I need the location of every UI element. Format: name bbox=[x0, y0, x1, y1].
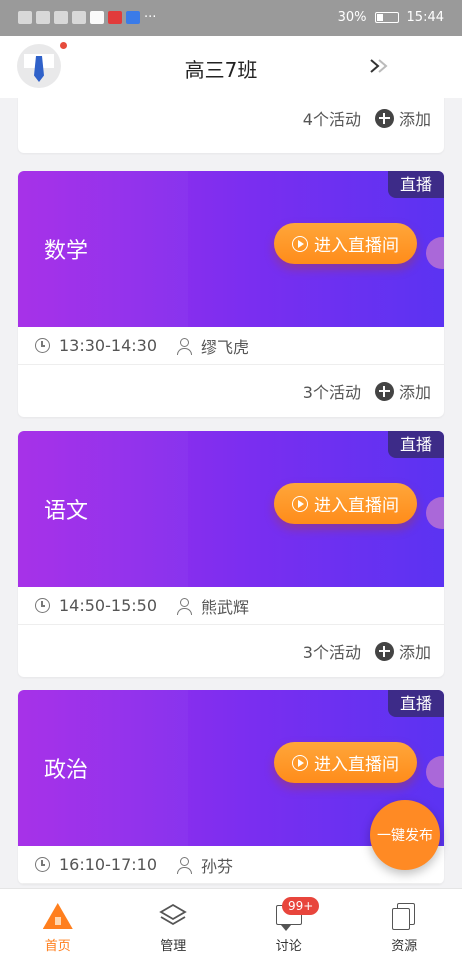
subject-name: 语文 bbox=[44, 499, 89, 524]
clock-icon bbox=[35, 857, 50, 872]
add-icon[interactable] bbox=[374, 381, 394, 401]
subject-name: 政治 bbox=[44, 758, 89, 783]
nav-item-resources[interactable]: 资源 bbox=[347, 889, 462, 960]
nav-label: 首页 bbox=[44, 939, 71, 954]
double-chevron-right-icon[interactable] bbox=[368, 56, 392, 76]
nav-label: 管理 bbox=[160, 939, 187, 954]
play-icon bbox=[292, 754, 308, 771]
notification-dot bbox=[60, 42, 67, 49]
teacher-name: 缪飞虎 bbox=[201, 337, 250, 357]
activity-count[interactable]: 4个活动 bbox=[303, 106, 361, 130]
more-notifications-icon: ··· bbox=[144, 10, 157, 25]
add-icon[interactable] bbox=[374, 641, 394, 661]
teacher-name: 熊武辉 bbox=[201, 597, 250, 617]
blue-app-icon bbox=[126, 11, 140, 24]
add-icon[interactable] bbox=[374, 108, 394, 128]
enter-live-room-button[interactable]: 进入直播间 bbox=[274, 483, 417, 524]
clock-icon bbox=[35, 598, 50, 613]
activity-count[interactable]: 3个活动 bbox=[303, 379, 361, 403]
app-header: 高三7班 bbox=[0, 36, 462, 98]
add-button[interactable]: 添加 bbox=[399, 106, 431, 130]
course-time: 14:50-15:50 bbox=[59, 596, 157, 615]
course-info: 13:30-14:30 缪飞虎 bbox=[18, 327, 444, 365]
course-card: 直播 数学 进入直播间 13:30-14:30 缪飞虎 3个活动 添加 bbox=[18, 171, 444, 417]
clock-time: 15:44 bbox=[406, 10, 444, 25]
chat-app-icon bbox=[72, 11, 86, 24]
enter-live-room-label: 进入直播间 bbox=[314, 496, 399, 516]
course-card: 直播 语文 进入直播间 14:50-15:50 熊武辉 3个活动 添加 bbox=[18, 431, 444, 677]
subject-name: 数学 bbox=[44, 239, 89, 264]
card-actions: 4个活动 添加 bbox=[18, 98, 444, 144]
teacher-name: 孙芬 bbox=[201, 856, 234, 876]
add-button[interactable]: 添加 bbox=[399, 379, 431, 403]
course-time: 16:10-17:10 bbox=[59, 855, 157, 874]
live-tag: 直播 bbox=[388, 431, 444, 458]
clock-icon bbox=[35, 338, 50, 353]
browser-app-icon bbox=[90, 11, 104, 24]
red-app-icon bbox=[108, 11, 122, 24]
bottom-nav: 首页 管理 讨论 资源 99+ bbox=[0, 888, 462, 960]
quick-publish-button[interactable]: 一键发布 bbox=[370, 800, 440, 870]
person-icon bbox=[177, 597, 192, 615]
files-icon bbox=[389, 901, 419, 931]
person-icon bbox=[177, 856, 192, 874]
course-banner[interactable]: 直播 语文 进入直播间 bbox=[18, 431, 444, 587]
course-banner[interactable]: 直播 数学 进入直播间 bbox=[18, 171, 444, 327]
course-info: 14:50-15:50 熊武辉 bbox=[18, 587, 444, 625]
layers-icon bbox=[158, 901, 188, 931]
nav-label: 资源 bbox=[391, 939, 418, 954]
course-time: 13:30-14:30 bbox=[59, 336, 157, 355]
card-actions: 3个活动 添加 bbox=[18, 625, 444, 677]
status-bar: ··· 30% 15:44 bbox=[0, 0, 462, 36]
card-actions: 3个活动 添加 bbox=[18, 365, 444, 417]
decorative-bubble bbox=[426, 237, 444, 269]
unread-badge: 99+ bbox=[282, 897, 320, 915]
course-card-partial: 4个活动 添加 bbox=[18, 98, 444, 153]
live-tag: 直播 bbox=[388, 171, 444, 198]
play-icon bbox=[292, 495, 308, 512]
battery-percent: 30% bbox=[337, 10, 367, 25]
course-list[interactable]: 4个活动 添加 直播 数学 进入直播间 13:30-14:30 缪飞虎 3个活动… bbox=[0, 98, 462, 888]
signal-icon bbox=[36, 11, 50, 24]
nav-label: 讨论 bbox=[275, 939, 302, 954]
enter-live-room-button[interactable]: 进入直播间 bbox=[274, 223, 417, 264]
person-icon bbox=[177, 337, 192, 355]
enter-live-room-button[interactable]: 进入直播间 bbox=[274, 742, 417, 783]
enter-live-room-label: 进入直播间 bbox=[314, 236, 399, 256]
decorative-bubble bbox=[426, 497, 444, 529]
nav-item-manage[interactable]: 管理 bbox=[116, 889, 232, 960]
activity-count[interactable]: 3个活动 bbox=[303, 639, 361, 663]
enter-live-room-label: 进入直播间 bbox=[314, 755, 399, 775]
decorative-bubble bbox=[426, 756, 444, 788]
live-tag: 直播 bbox=[388, 690, 444, 717]
nav-item-home[interactable]: 首页 bbox=[0, 889, 116, 960]
sim-signal-icon bbox=[18, 11, 32, 24]
notification-icons: ··· bbox=[18, 10, 156, 25]
add-button[interactable]: 添加 bbox=[399, 639, 431, 663]
heart-icon bbox=[54, 11, 68, 24]
play-icon bbox=[292, 235, 308, 252]
battery-icon bbox=[374, 12, 399, 23]
home-icon bbox=[42, 901, 73, 931]
